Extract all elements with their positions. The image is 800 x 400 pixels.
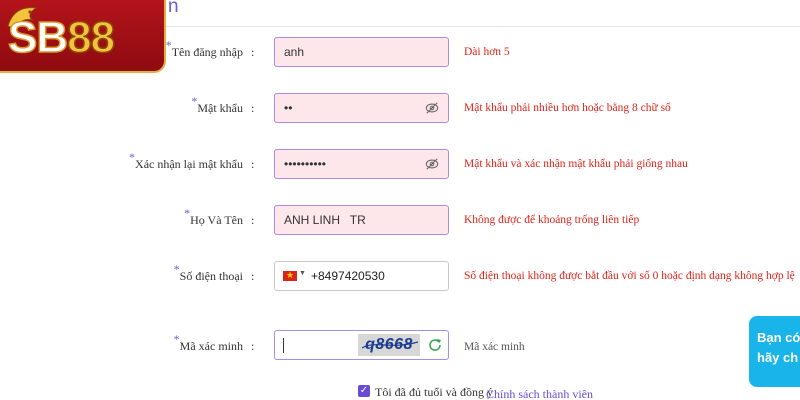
password-input[interactable]: •• [274, 93, 449, 123]
agree-text: Tôi đã đủ tuổi và đồng ý [375, 385, 493, 399]
required-mark: * [173, 262, 180, 276]
phone-label-text: Số điện thoại [179, 269, 243, 283]
sb88-logo[interactable]: SB88 [0, 0, 166, 73]
phone-input[interactable]: ★ ▼ +8497420530 [274, 261, 449, 291]
password-error: Mật khẩu phải nhiều hơn hoặc bằng 8 chữ … [464, 102, 671, 114]
eye-off-icon[interactable] [425, 101, 439, 115]
captcha-input[interactable]: q8668 [274, 330, 449, 360]
eye-off-icon[interactable] [425, 157, 439, 171]
confirm-password-colon: : [251, 157, 255, 171]
confirm-password-error: Mật khẩu và xác nhận mật khẩu phải giống… [464, 158, 688, 170]
chevron-down-icon[interactable]: ▼ [299, 270, 306, 277]
password-label-text: Mật khẩu [197, 101, 243, 115]
password-value: •• [284, 101, 293, 115]
full-name-colon: : [251, 213, 255, 227]
phone-error: Số điện thoại không được bắt đầu với số … [464, 270, 795, 282]
confirm-password-label: * Xác nhận lại mật khẩu [129, 150, 243, 172]
username-label: * Tên đăng nhập [166, 38, 243, 60]
password-colon: : [251, 101, 255, 115]
logo-text: SB88 [7, 13, 116, 63]
username-value: anh [284, 45, 305, 59]
captcha-label: * Mã xác minh [174, 332, 243, 354]
chat-line-1: Bạn có [757, 330, 800, 345]
captcha-label-text: Mã xác minh [179, 339, 243, 353]
full-name-error: Không được để khoảng trống liên tiếp [464, 214, 640, 226]
confirm-password-input[interactable]: •••••••••• [274, 149, 449, 179]
full-name-label-text: Họ Và Tên [190, 213, 243, 227]
username-error: Dài hơn 5 [464, 46, 510, 58]
refresh-icon[interactable] [427, 337, 443, 353]
username-input[interactable]: anh [274, 37, 449, 67]
chat-widget[interactable]: Bạn có hãy ch [749, 316, 800, 387]
username-label-text: Tên đăng nhập [171, 45, 243, 59]
age-agree-checkbox[interactable]: ✓ [358, 385, 370, 397]
required-mark: * [173, 332, 180, 346]
full-name-value: ANH LINH TR [284, 213, 366, 227]
page-heading: n [168, 0, 179, 17]
full-name-input[interactable]: ANH LINH TR [274, 205, 449, 235]
phone-label: * Số điện thoại [174, 262, 243, 284]
password-label: * Mật khẩu [191, 94, 243, 116]
text-cursor [283, 338, 284, 353]
phone-colon: : [251, 269, 255, 283]
captcha-hint: Mã xác minh [464, 341, 525, 353]
required-mark: * [129, 150, 136, 164]
captcha-noise-line [362, 341, 418, 349]
username-colon: : [251, 45, 255, 59]
captcha-image[interactable]: q8668 [358, 334, 420, 356]
logo-88: 88 [66, 13, 115, 63]
confirm-password-label-text: Xác nhận lại mật khẩu [135, 157, 243, 171]
required-mark: * [184, 206, 191, 220]
required-mark: * [165, 38, 172, 52]
logo-sb: SB [7, 13, 69, 63]
required-mark: * [191, 94, 198, 108]
phone-value: +8497420530 [311, 269, 385, 283]
captcha-colon: : [251, 339, 255, 353]
member-policy-link[interactable]: Chính sách thành viên [486, 387, 593, 400]
vietnam-flag-icon[interactable]: ★ [283, 270, 297, 281]
confirm-password-value: •••••••••• [284, 157, 327, 171]
full-name-label: * Họ Và Tên [184, 206, 243, 228]
chat-line-2: hãy ch [757, 350, 799, 365]
